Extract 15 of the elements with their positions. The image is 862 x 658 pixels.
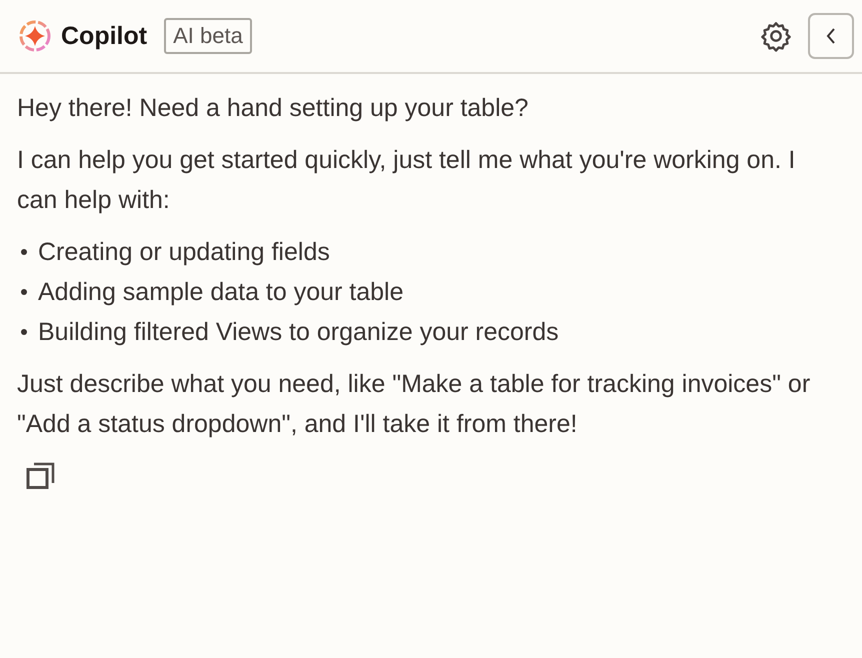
- message-paragraph: Just describe what you need, like "Make a table for tracking invoices" or "Add a status dropdown", and I'll take it from there!: [17, 369, 812, 440]
- bullet-text: Creating or updating fields: [38, 237, 330, 268]
- settings-icon[interactable]: [760, 20, 792, 52]
- message-paragraph: Hey there! Need a hand setting up your table?: [17, 93, 530, 124]
- bullet-icon: [21, 289, 27, 295]
- copilot-logo-icon: [18, 19, 52, 53]
- beta-badge: AI beta: [164, 18, 252, 54]
- bullet-icon: [21, 249, 27, 255]
- bullet-icon: [21, 329, 27, 335]
- bullet-text: Building filtered Views to organize your records: [38, 317, 559, 348]
- chevron-left-icon: [825, 26, 837, 46]
- message-paragraph: I can help you get started quickly, just tell me what you're working on. I can help with:: [17, 145, 796, 216]
- copy-icon[interactable]: [25, 460, 57, 490]
- bullet-text: Adding sample data to your table: [38, 277, 404, 308]
- panel-title: Copilot: [61, 22, 148, 50]
